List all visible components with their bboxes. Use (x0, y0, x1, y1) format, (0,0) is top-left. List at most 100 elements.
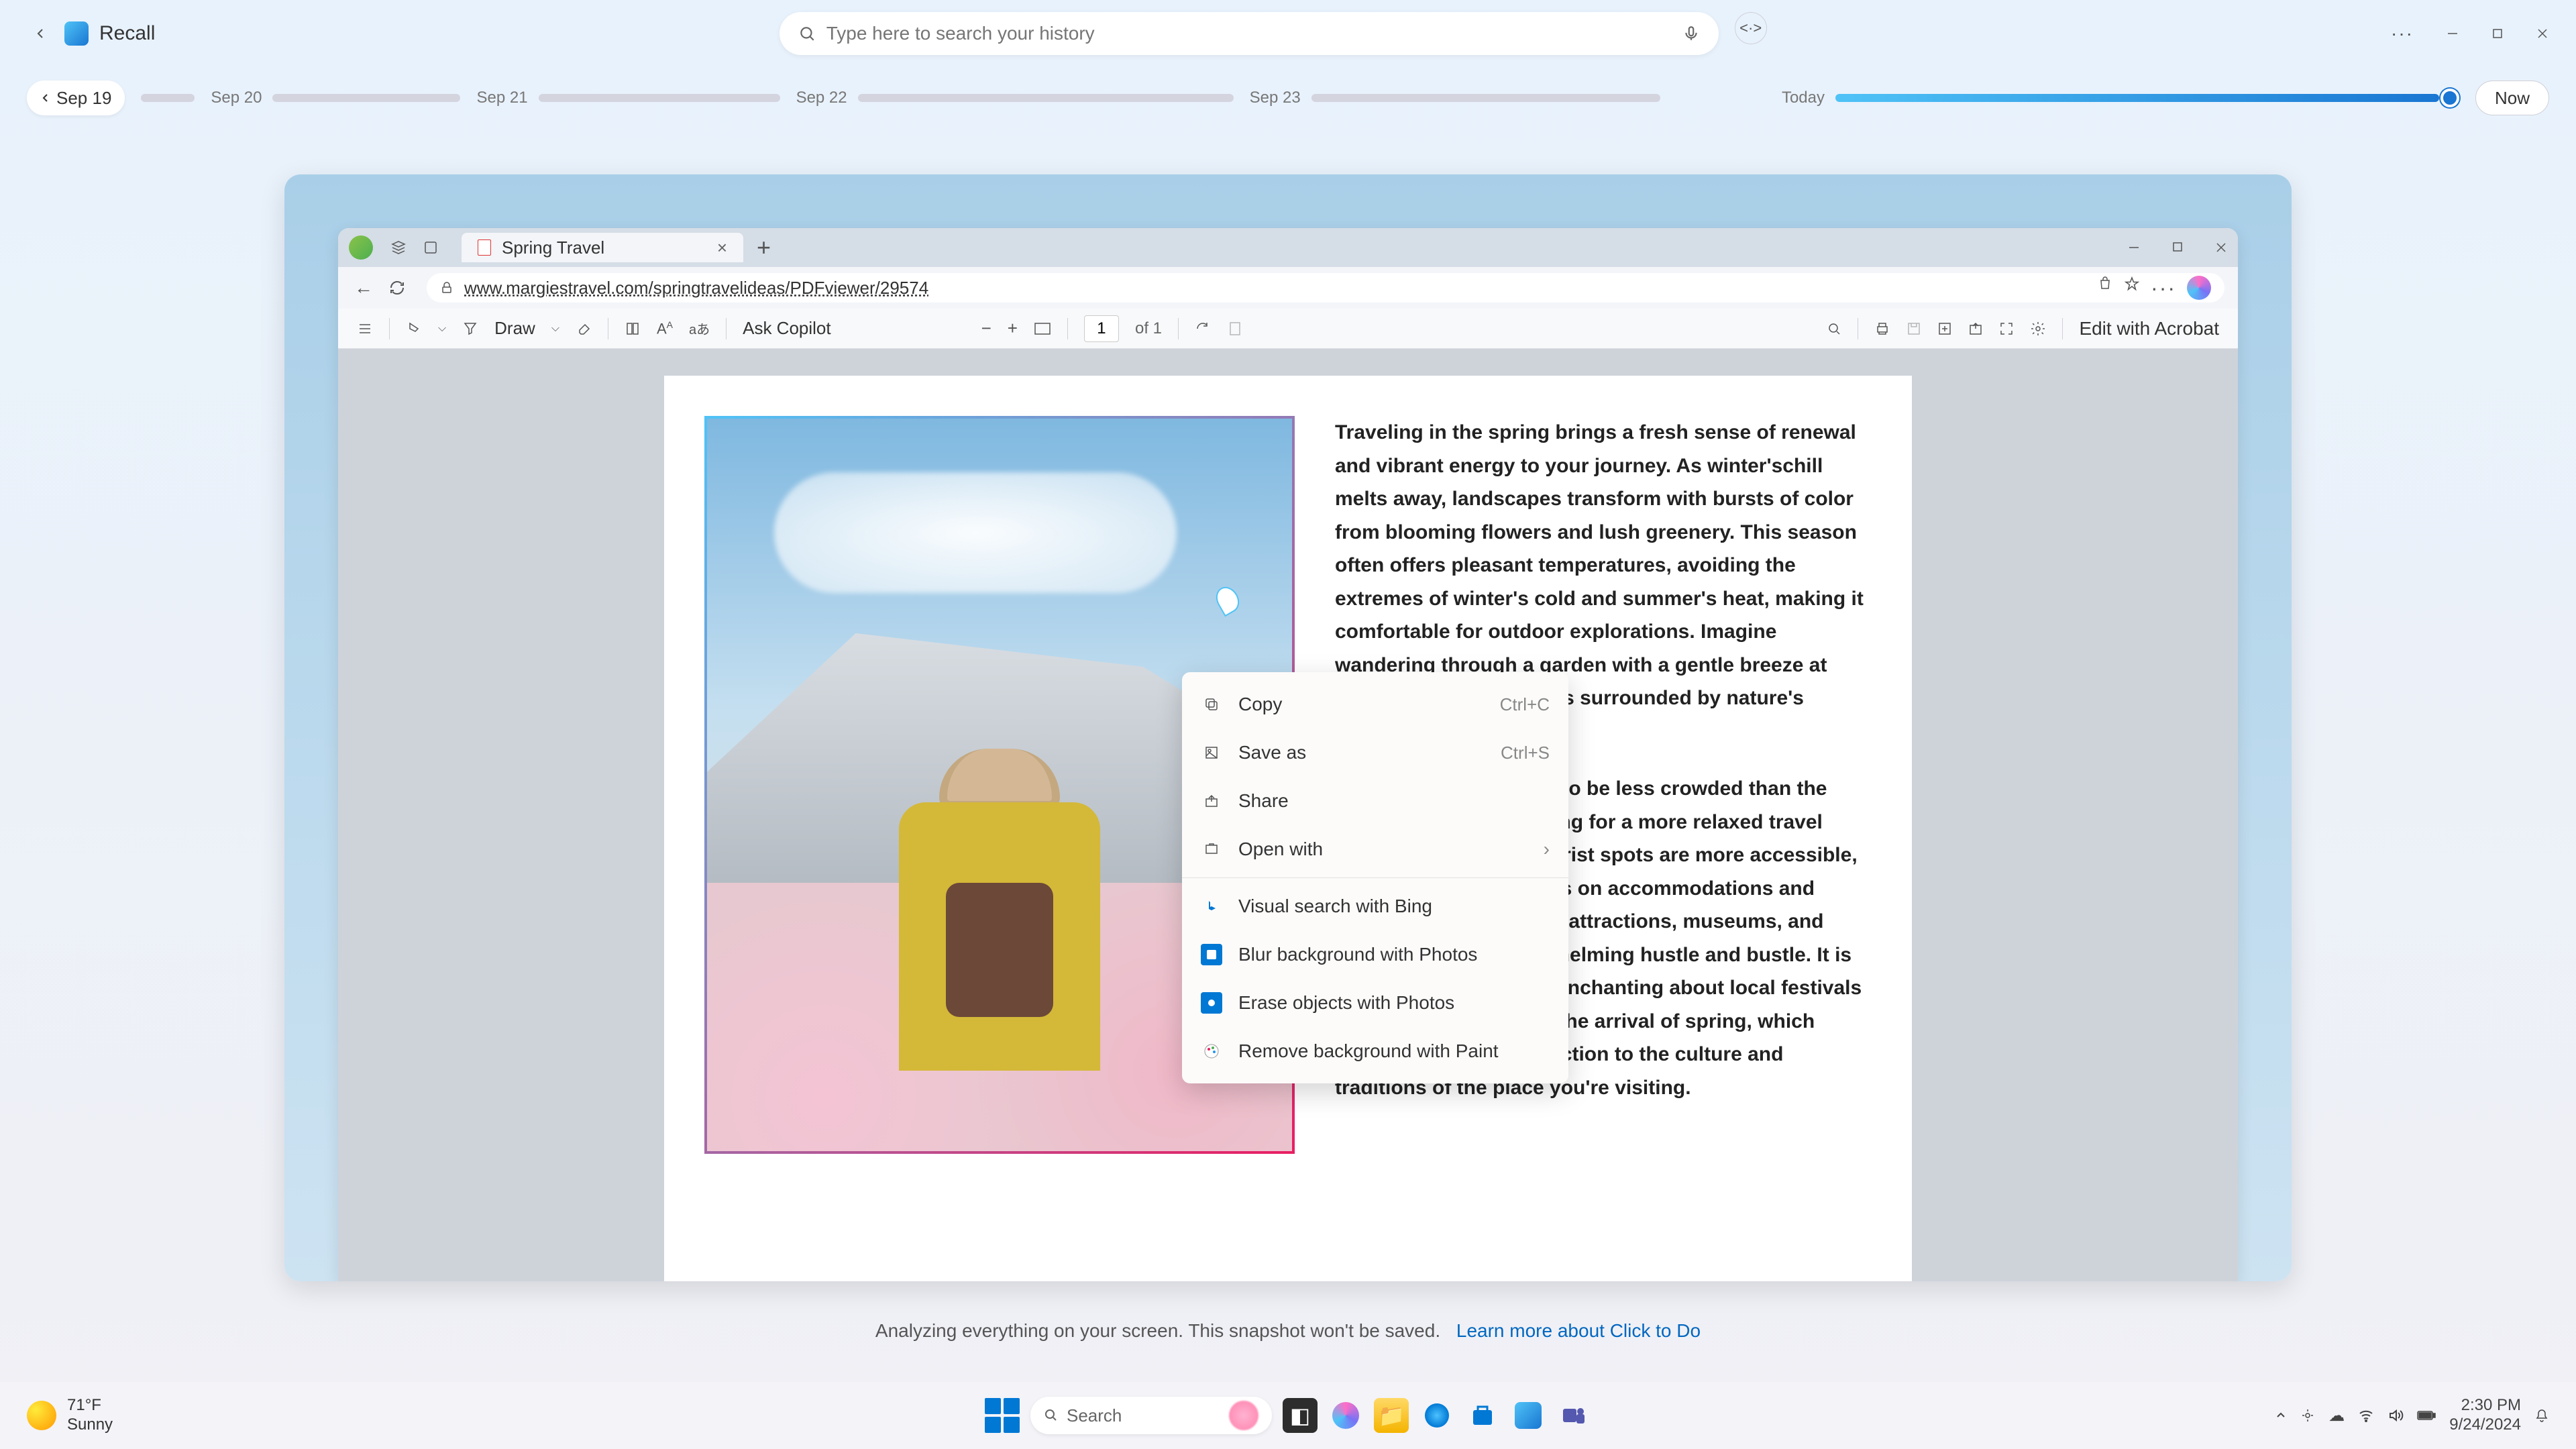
url-text: www.margiestravel.com/springtravelideas/… (464, 278, 928, 299)
tray-settings-icon[interactable] (2300, 1408, 2315, 1423)
chevron-down-icon[interactable]: ⌵ (551, 323, 559, 335)
draw-label[interactable]: Draw (494, 318, 535, 339)
separator (1182, 877, 1568, 878)
browser-tab[interactable]: Spring Travel × (462, 233, 743, 262)
ctx-share[interactable]: Share (1182, 777, 1568, 825)
recall-logo-icon (64, 21, 89, 46)
ctx-label: Share (1238, 790, 1289, 812)
tray-chevron-icon[interactable] (2275, 1409, 2287, 1421)
browser-close-button[interactable] (2215, 241, 2227, 254)
ctx-label: Blur background with Photos (1238, 944, 1477, 965)
tab-actions-icon[interactable] (419, 235, 443, 260)
browser-back-button[interactable]: ← (352, 277, 376, 299)
timeline-now-button[interactable]: Now (2475, 80, 2549, 115)
timeline[interactable]: Sep 19 Sep 20 Sep 21 Sep 22 Sep 23 Today… (0, 67, 2576, 129)
learn-more-link[interactable]: Learn more about Click to Do (1456, 1320, 1701, 1341)
timeline-bar[interactable] (1311, 94, 1660, 102)
start-button[interactable] (985, 1398, 1020, 1433)
lock-icon (440, 281, 453, 294)
edge-icon[interactable] (1419, 1398, 1454, 1433)
tray-wifi-icon[interactable] (2358, 1407, 2374, 1424)
timeline-handle[interactable] (2440, 89, 2459, 107)
browser-minimize-button[interactable] (2128, 241, 2140, 254)
shopping-icon[interactable] (2097, 276, 2113, 301)
erase-icon[interactable] (576, 321, 592, 337)
new-tab-button[interactable]: + (757, 233, 771, 262)
browser-maximize-button[interactable] (2172, 241, 2183, 254)
browser-refresh-button[interactable] (389, 280, 413, 296)
zoom-in-icon[interactable]: + (1008, 318, 1018, 339)
code-button[interactable]: <·> (1735, 12, 1767, 44)
ctx-save-as[interactable]: Save as Ctrl+S (1182, 729, 1568, 777)
ctx-copy[interactable]: Copy Ctrl+C (1182, 680, 1568, 729)
timeline-bar[interactable] (141, 94, 195, 102)
mic-icon[interactable] (1682, 25, 1700, 42)
tray-volume-icon[interactable] (2387, 1407, 2404, 1424)
draw-funnel-icon[interactable] (462, 321, 478, 337)
timeline-bar[interactable] (272, 94, 460, 102)
page-layout-icon[interactable] (1227, 321, 1243, 337)
address-bar[interactable]: www.margiestravel.com/springtravelideas/… (427, 273, 2224, 303)
chevron-down-icon[interactable]: ⌵ (438, 323, 446, 335)
share-icon (1201, 790, 1222, 812)
text-size-icon[interactable]: AA (657, 319, 673, 337)
timeline-label: Sep 20 (211, 89, 262, 107)
find-icon[interactable] (1827, 321, 1841, 336)
zoom-out-icon[interactable]: − (981, 318, 991, 339)
timeline-label: Sep 22 (796, 89, 847, 107)
ctx-visual-search[interactable]: Visual search with Bing (1182, 882, 1568, 930)
edit-acrobat-button[interactable]: Edit with Acrobat (2079, 318, 2219, 339)
contents-icon[interactable] (357, 321, 373, 337)
search-box[interactable] (780, 12, 1719, 55)
close-button[interactable] (2536, 27, 2549, 40)
copilot-icon[interactable] (2187, 276, 2211, 300)
ctx-remove-background[interactable]: Remove background with Paint (1182, 1027, 1568, 1075)
explorer-icon[interactable]: 📁 (1374, 1398, 1409, 1433)
ctx-open-with[interactable]: Open with › (1182, 825, 1568, 873)
maximize-button[interactable] (2491, 28, 2504, 40)
teams-icon[interactable] (1556, 1398, 1591, 1433)
ctx-blur-background[interactable]: Blur background with Photos (1182, 930, 1568, 979)
weather-widget[interactable]: 71°F Sunny (27, 1396, 113, 1435)
favorite-icon[interactable] (2124, 276, 2140, 301)
shortcut-label: Ctrl+S (1501, 743, 1550, 763)
tray-battery-icon[interactable] (2417, 1410, 2436, 1421)
print-icon[interactable] (1874, 321, 1890, 337)
timeline-bar[interactable] (539, 94, 780, 102)
ask-copilot-button[interactable]: Ask Copilot (743, 318, 831, 339)
settings-icon[interactable] (2030, 321, 2046, 337)
minimize-button[interactable] (2446, 27, 2459, 40)
rotate-icon[interactable] (1195, 321, 1211, 337)
timeline-today-label: Today (1782, 89, 1825, 107)
translate-icon[interactable]: aあ (689, 319, 710, 338)
page-view-icon[interactable] (625, 321, 641, 337)
highlight-icon[interactable] (406, 321, 422, 337)
add-note-icon[interactable] (1937, 321, 1952, 336)
browser-more-icon[interactable]: ··· (2151, 276, 2176, 301)
more-icon[interactable]: ··· (2391, 23, 2414, 44)
workspaces-icon[interactable] (386, 235, 411, 260)
task-view-icon[interactable]: ◧ (1283, 1398, 1318, 1433)
recall-app-icon[interactable] (1511, 1398, 1546, 1433)
tray-onedrive-icon[interactable]: ☁ (2328, 1406, 2345, 1426)
search-input[interactable] (826, 23, 1672, 44)
timeline-bar[interactable] (858, 94, 1234, 102)
fullscreen-icon[interactable] (1999, 321, 2014, 336)
profile-avatar[interactable] (349, 235, 373, 260)
back-button[interactable] (27, 20, 54, 47)
share-pdf-icon[interactable] (1968, 321, 1983, 336)
taskbar-search[interactable]: Search (1030, 1397, 1272, 1434)
snapshot-frame: Spring Travel × + ← www.margiestravel.co… (284, 174, 2292, 1281)
timeline-bar-active[interactable] (1835, 94, 2439, 102)
timeline-prev-button[interactable]: Sep 19 (27, 80, 125, 115)
tab-close-icon[interactable]: × (717, 237, 727, 258)
page-number-input[interactable] (1084, 315, 1119, 342)
tray-notifications-icon[interactable] (2534, 1408, 2549, 1423)
tray-clock[interactable]: 2:30 PM 9/24/2024 (2449, 1396, 2521, 1435)
save-icon[interactable] (1907, 321, 1921, 336)
ctx-erase-objects[interactable]: Erase objects with Photos (1182, 979, 1568, 1027)
taskbar: 71°F Sunny Search ◧ 📁 ☁ 2:30 PM 9/24/202… (0, 1382, 2576, 1449)
fit-width-icon[interactable] (1034, 322, 1051, 335)
copilot-app-icon[interactable] (1328, 1398, 1363, 1433)
store-icon[interactable] (1465, 1398, 1500, 1433)
